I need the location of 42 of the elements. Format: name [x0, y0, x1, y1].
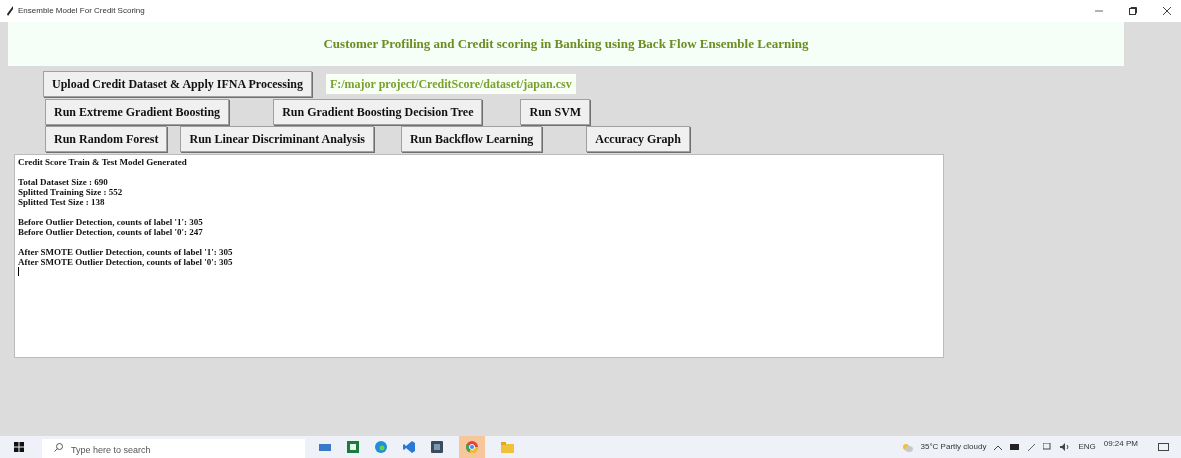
output-line: Credit Score Train & Test Model Generated [18, 157, 188, 167]
restore-icon[interactable] [1129, 7, 1137, 15]
network-icon[interactable] [1043, 443, 1053, 451]
action-button[interactable]: Run SVM [520, 99, 591, 125]
output-line: Total Dataset Size : 690 [18, 177, 109, 187]
output-line: Before Outlier Detection, counts of label '1': 305 [18, 217, 204, 227]
taskbar-search-field[interactable]: Type here to search [42, 439, 305, 458]
volume-icon[interactable] [1060, 443, 1071, 451]
action-button[interactable]: Run Linear Discriminant Analysis [180, 126, 374, 152]
window-title: Ensemble Model For Credit Scoring [18, 5, 145, 17]
taskview-icon[interactable] [319, 442, 331, 452]
code-editor-icon[interactable] [403, 441, 415, 453]
active-app-tile[interactable] [459, 436, 485, 458]
action-button[interactable]: Run Gradient Boosting Decision Tree [273, 99, 483, 125]
close-icon[interactable] [1163, 7, 1171, 15]
action-button[interactable]: Run Backflow Learning [400, 126, 543, 152]
heading-text: Customer Profiling and Credit scoring in Banking using Back Flow Ensemble Learning [323, 35, 809, 54]
weather-text[interactable]: 35°C Partly cloudy [920, 441, 987, 453]
output-line: After SMOTE Outlier Detection, counts of label '0': 305 [18, 257, 234, 267]
clock-time[interactable]: 09:24 PM [1103, 438, 1138, 450]
text-cursor [18, 267, 19, 276]
browser-icon[interactable] [375, 441, 387, 453]
action-button[interactable]: Run Extreme Gradient Boosting [45, 99, 230, 125]
battery-icon[interactable] [1010, 444, 1021, 450]
language-indicator[interactable]: ENG [1078, 441, 1096, 453]
output-line: Splitted Training Size : 552 [18, 187, 124, 197]
spreadsheet-icon[interactable] [347, 441, 359, 453]
notification-icon[interactable] [1158, 442, 1169, 452]
search-icon [54, 443, 63, 452]
action-button[interactable]: Accuracy Graph [586, 126, 690, 152]
app-icon[interactable] [431, 441, 443, 453]
chevron-up-icon[interactable] [994, 444, 1003, 450]
feather-icon [6, 6, 14, 16]
chrome-icon [466, 441, 478, 453]
output-line: After SMOTE Outlier Detection, counts of label '1': 305 [18, 247, 234, 257]
output-line: Before Outlier Detection, counts of label '0': 247 [18, 227, 204, 237]
output-line: Splitted Test Size : 138 [18, 197, 106, 207]
file-path-label: F:/major project/CreditScore/dataset/japan.csv [325, 74, 576, 94]
action-button[interactable]: Run Random Forest [45, 126, 168, 152]
upload-button[interactable]: Upload Credit Dataset & Apply IFNA Processing [43, 71, 312, 97]
windows-icon[interactable] [14, 442, 24, 452]
pen-icon[interactable] [1028, 443, 1036, 451]
